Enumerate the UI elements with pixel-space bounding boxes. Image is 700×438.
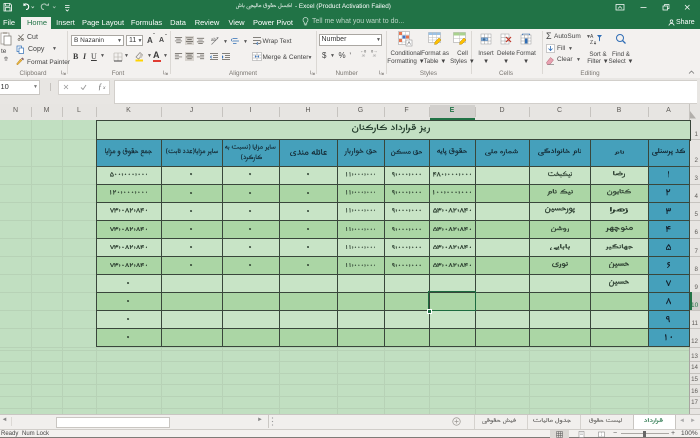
svg-text:.00: .00 (372, 54, 377, 58)
svg-text:ab: ab (211, 37, 217, 42)
svg-text:te: te (1, 48, 7, 55)
svg-text:A: A (590, 34, 594, 40)
svg-text:0→: 0→ (371, 49, 377, 54)
svg-text:Z: Z (590, 40, 593, 46)
svg-text:.00: .00 (361, 54, 366, 58)
svg-text:←0: ←0 (360, 49, 367, 54)
